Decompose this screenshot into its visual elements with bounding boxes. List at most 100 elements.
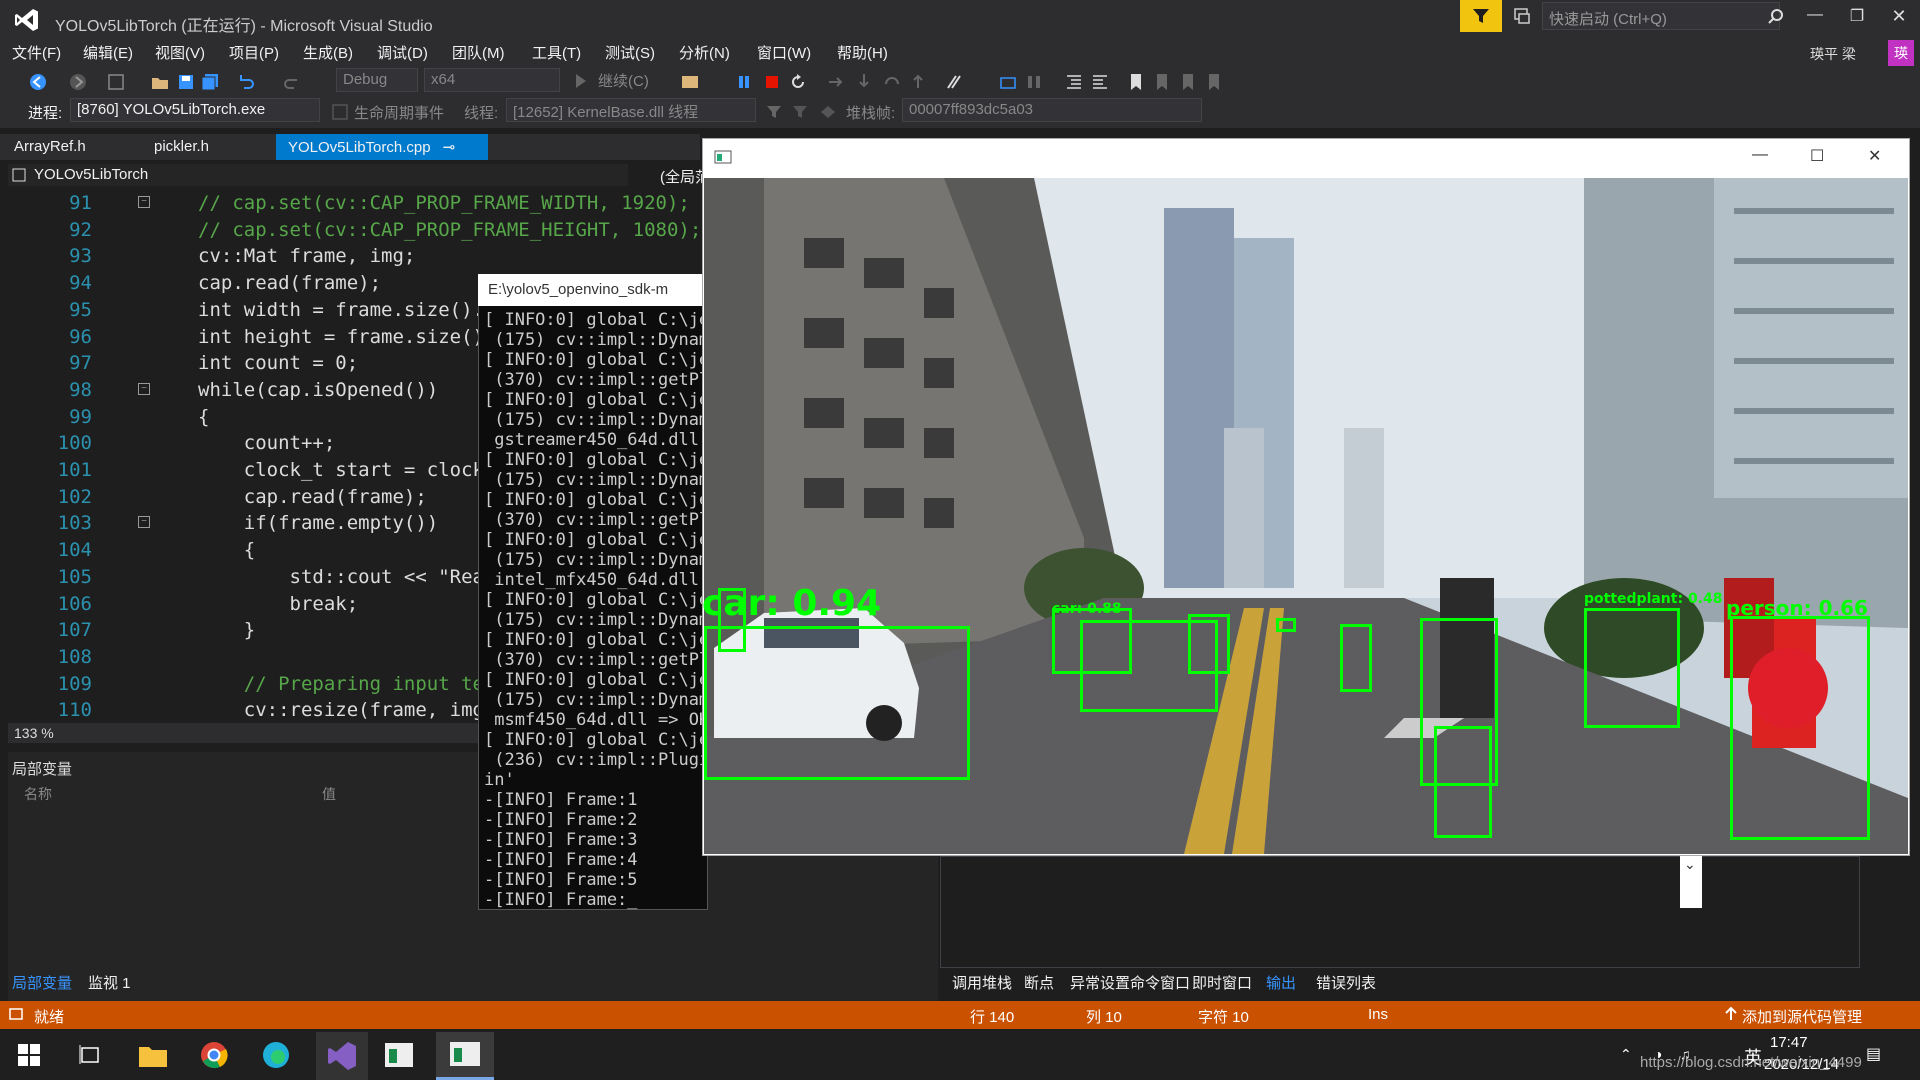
navigation-bar[interactable]: YOLOv5LibTorch [8, 164, 628, 186]
flag-threads-icon[interactable] [790, 102, 810, 122]
code-line[interactable]: int width = frame.size().w [198, 299, 495, 321]
viewer-close-button[interactable]: ✕ [1868, 146, 1881, 166]
menu-item[interactable]: 窗口(W) [757, 42, 811, 63]
tab-bottom-5[interactable]: 输出 [1266, 972, 1296, 993]
console-title[interactable]: E:\yolov5_openvino_sdk-m [478, 274, 708, 306]
show-next-statement-icon[interactable] [826, 72, 846, 92]
filter-threads-icon[interactable] [764, 102, 784, 122]
code-line[interactable]: // Preparing input ten [198, 673, 496, 695]
configuration-select[interactable]: Debug [336, 68, 418, 92]
console-scroll-down[interactable]: ⌄ [1680, 856, 1702, 908]
clock-time[interactable]: 17:47 [1770, 1034, 1808, 1051]
column-value-header[interactable]: 值 [322, 784, 336, 804]
search-icon[interactable] [1768, 8, 1784, 24]
code-line[interactable]: std::cout << "Read [198, 566, 496, 588]
feedback-filter-icon[interactable] [1460, 0, 1502, 32]
step-over-icon[interactable] [882, 72, 902, 92]
prev-bookmark-icon[interactable] [1152, 72, 1172, 92]
tab-bottom-0[interactable]: 调用堆栈 [952, 972, 1012, 993]
save-icon[interactable] [176, 72, 196, 92]
play-icon[interactable] [574, 72, 588, 90]
menu-item[interactable]: 文件(F) [12, 42, 61, 63]
code-line[interactable]: cap.read(frame); [198, 486, 427, 508]
clear-bookmarks-icon[interactable] [1204, 72, 1224, 92]
fold-toggle-icon[interactable]: − [138, 516, 150, 529]
save-all-icon[interactable] [200, 72, 220, 92]
outdent-icon[interactable] [1090, 72, 1110, 92]
lifecycle-events-icon[interactable] [330, 102, 350, 122]
code-line[interactable]: cv::resize(frame, img, [198, 699, 496, 721]
viewer-taskbar-icon[interactable] [436, 1032, 494, 1080]
notification-center-icon[interactable]: ▤ [1866, 1044, 1881, 1064]
tab-pickler[interactable]: pickler.h [142, 134, 221, 160]
step-into-icon[interactable] [854, 72, 874, 92]
show-threads-icon[interactable] [818, 102, 838, 122]
menu-item[interactable]: 帮助(H) [837, 42, 888, 63]
code-line[interactable]: } [198, 619, 255, 641]
code-line[interactable]: { [198, 406, 209, 428]
lifecycle-events-button[interactable]: 生命周期事件 [354, 102, 444, 123]
indent-icon[interactable] [1064, 72, 1084, 92]
undo-icon[interactable] [236, 72, 256, 92]
up-arrow-icon[interactable] [1724, 1006, 1738, 1022]
windows-start-icon[interactable] [18, 1044, 40, 1066]
avatar[interactable]: 瑛 [1888, 40, 1914, 66]
menu-item[interactable]: 测试(S) [605, 42, 655, 63]
code-line[interactable]: while(cap.isOpened()) [198, 379, 438, 401]
stop-icon[interactable] [762, 72, 782, 92]
code-line[interactable]: clock_t start = clock( [198, 459, 496, 481]
next-bookmark-icon[interactable] [1178, 72, 1198, 92]
pause-icon[interactable] [734, 72, 754, 92]
viewer-minimize-button[interactable]: — [1752, 146, 1768, 164]
tab-watch-1[interactable]: 监视 1 [88, 972, 131, 993]
task-view-icon[interactable] [78, 1044, 102, 1066]
minimize-button[interactable]: — [1800, 6, 1830, 28]
process-icon[interactable] [680, 72, 700, 92]
tab-bottom-4[interactable]: 即时窗口 [1192, 972, 1252, 993]
notifications-icon[interactable] [1512, 6, 1532, 26]
edge-icon[interactable] [262, 1041, 290, 1069]
thread-select[interactable]: [12652] KernelBase.dll 线程 [506, 98, 756, 122]
menu-item[interactable]: 视图(V) [155, 42, 205, 63]
code-line[interactable]: // cap.set(cv::CAP_PROP_FRAME_HEIGHT, 10… [198, 219, 701, 241]
zoom-level[interactable]: 133 % [14, 725, 54, 741]
quick-launch-input[interactable]: 快速启动 (Ctrl+Q) [1542, 2, 1780, 30]
code-line[interactable]: int height = frame.size(). [198, 326, 495, 348]
tab-bottom-1[interactable]: 断点 [1024, 972, 1054, 993]
code-line[interactable]: if(frame.empty()) [198, 512, 438, 534]
add-to-source-control-button[interactable]: 添加到源代码管理 [1742, 1006, 1862, 1027]
restore-button[interactable]: ❐ [1842, 6, 1872, 28]
close-button[interactable]: ✕ [1884, 6, 1914, 28]
tab-yolov5libtorch[interactable]: YOLOv5LibTorch.cpp ⊸ ✕ [276, 134, 488, 174]
visual-studio-taskbar-icon[interactable] [316, 1032, 368, 1080]
code-line[interactable]: cap.read(frame); [198, 272, 381, 294]
menu-item[interactable]: 项目(P) [229, 42, 279, 63]
output-pane[interactable] [940, 856, 1860, 968]
thread-icon[interactable] [998, 72, 1018, 92]
open-file-icon[interactable] [150, 72, 170, 92]
code-line[interactable]: { [198, 539, 255, 561]
fold-toggle-icon[interactable]: − [138, 196, 150, 208]
tab-bottom-6[interactable]: 错误列表 [1316, 972, 1376, 993]
tray-expand-icon[interactable]: ⌃ [1620, 1046, 1632, 1063]
code-line[interactable]: break; [198, 593, 359, 615]
chrome-icon[interactable] [200, 1041, 228, 1069]
platform-select[interactable]: x64 [424, 68, 560, 92]
tab-bottom-3[interactable]: 命令窗口 [1130, 972, 1190, 993]
back-icon[interactable] [28, 72, 48, 92]
code-line[interactable]: // cap.set(cv::CAP_PROP_FRAME_WIDTH, 192… [198, 192, 690, 214]
new-project-icon[interactable] [106, 72, 126, 92]
user-name[interactable]: 瑛平 梁 [1810, 44, 1856, 64]
viewer-maximize-button[interactable]: ☐ [1810, 146, 1824, 166]
stack-frame-select[interactable]: 00007ff893dc5a03 [902, 98, 1202, 122]
hex-display-icon[interactable] [944, 72, 964, 92]
project-nav[interactable]: YOLOv5LibTorch [34, 166, 148, 183]
menu-item[interactable]: 工具(T) [532, 42, 581, 63]
step-out-icon[interactable] [908, 72, 928, 92]
pin-icon[interactable]: ⊸ [443, 139, 456, 156]
continue-button[interactable]: 继续(C) [598, 70, 649, 91]
zoom-control[interactable]: 133 % [8, 723, 478, 743]
restart-icon[interactable] [788, 72, 808, 92]
menu-item[interactable]: 编辑(E) [83, 42, 133, 63]
code-line[interactable]: count++; [198, 432, 336, 454]
